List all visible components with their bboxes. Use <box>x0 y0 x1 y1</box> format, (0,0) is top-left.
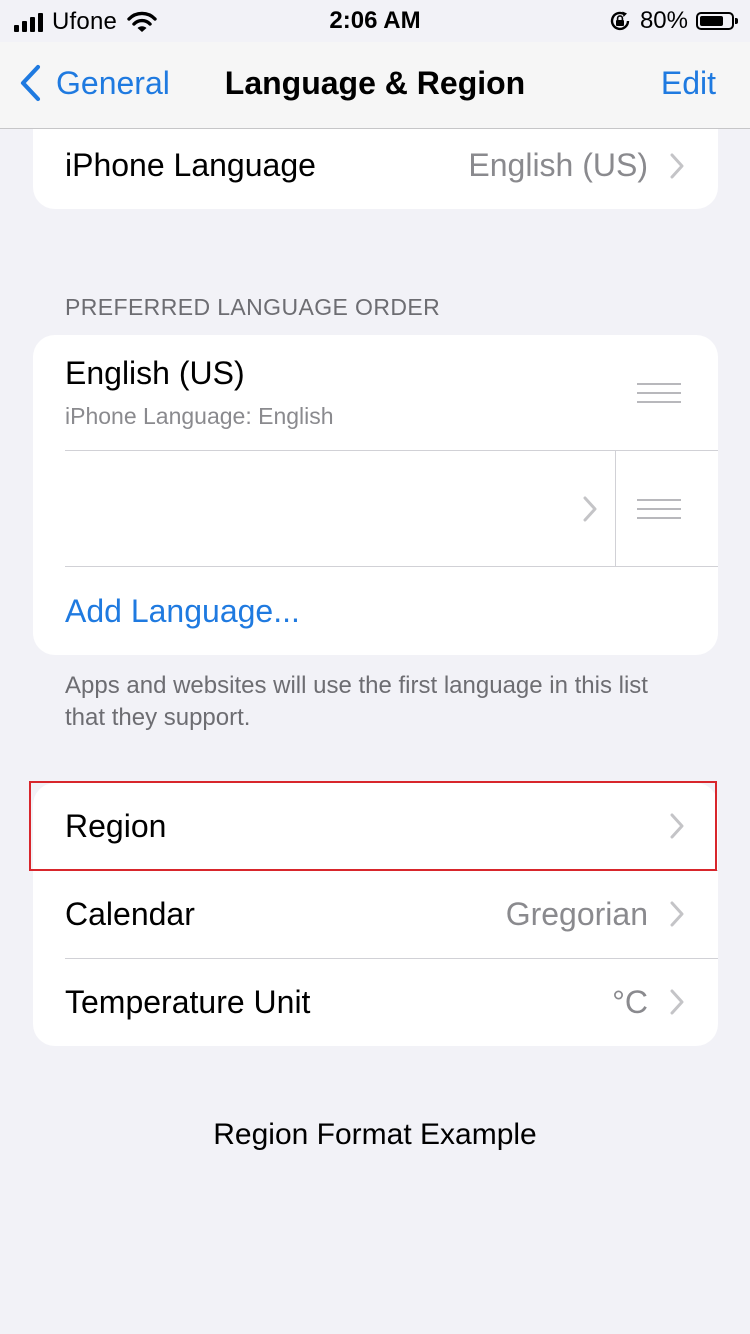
preferred-language-card: English (US) iPhone Language: English Ad… <box>33 335 718 655</box>
edit-button[interactable]: Edit <box>661 65 716 102</box>
chevron-right-icon <box>670 153 684 179</box>
rotation-lock-icon <box>610 11 630 31</box>
language-name: English (US) <box>65 355 245 391</box>
language-row-second[interactable] <box>33 451 718 566</box>
region-row[interactable]: Region <box>33 783 718 870</box>
iphone-language-label: iPhone Language <box>65 147 316 183</box>
chevron-right-icon <box>670 813 684 839</box>
region-label: Region <box>65 808 167 844</box>
iphone-language-card: iPhone Language English (US) <box>33 129 718 209</box>
iphone-language-value: English (US) <box>468 147 648 183</box>
battery-percent: 80% <box>639 7 688 34</box>
calendar-value: Gregorian <box>505 896 648 932</box>
chevron-right-icon <box>583 496 597 522</box>
navigation-bar: General Language & Region Edit <box>0 42 750 129</box>
preferred-language-footer: Apps and websites will use the first lan… <box>65 672 648 731</box>
preferred-language-header: PREFERRED LANGUAGE ORDER <box>65 294 441 320</box>
temperature-unit-value: °C <box>612 984 648 1020</box>
language-subtitle: iPhone Language: English <box>65 403 334 429</box>
calendar-label: Calendar <box>65 896 195 932</box>
chevron-right-icon <box>670 901 684 927</box>
temperature-unit-label: Temperature Unit <box>65 984 311 1020</box>
add-language-button[interactable]: Add Language... <box>33 567 718 655</box>
chevron-right-icon <box>670 989 684 1015</box>
page-title: Language & Region <box>224 65 526 101</box>
reorder-divider <box>615 451 616 566</box>
region-format-example-title: Region Format Example <box>213 1118 537 1151</box>
reorder-handle-icon[interactable] <box>637 383 681 410</box>
reorder-handle-icon[interactable] <box>637 499 681 526</box>
iphone-language-row[interactable]: iPhone Language English (US) <box>33 129 718 209</box>
region-settings-card: Region Calendar Gregorian Temperature Un… <box>33 783 718 1046</box>
calendar-row[interactable]: Calendar Gregorian <box>33 871 718 958</box>
status-bar: Ufone 2:06 AM 80% <box>0 0 750 42</box>
language-row-english[interactable]: English (US) iPhone Language: English <box>33 335 718 450</box>
temperature-unit-row[interactable]: Temperature Unit °C <box>33 959 718 1046</box>
battery-icon <box>696 12 738 30</box>
status-right: 80% <box>608 7 738 35</box>
add-language-label: Add Language... <box>65 593 300 629</box>
